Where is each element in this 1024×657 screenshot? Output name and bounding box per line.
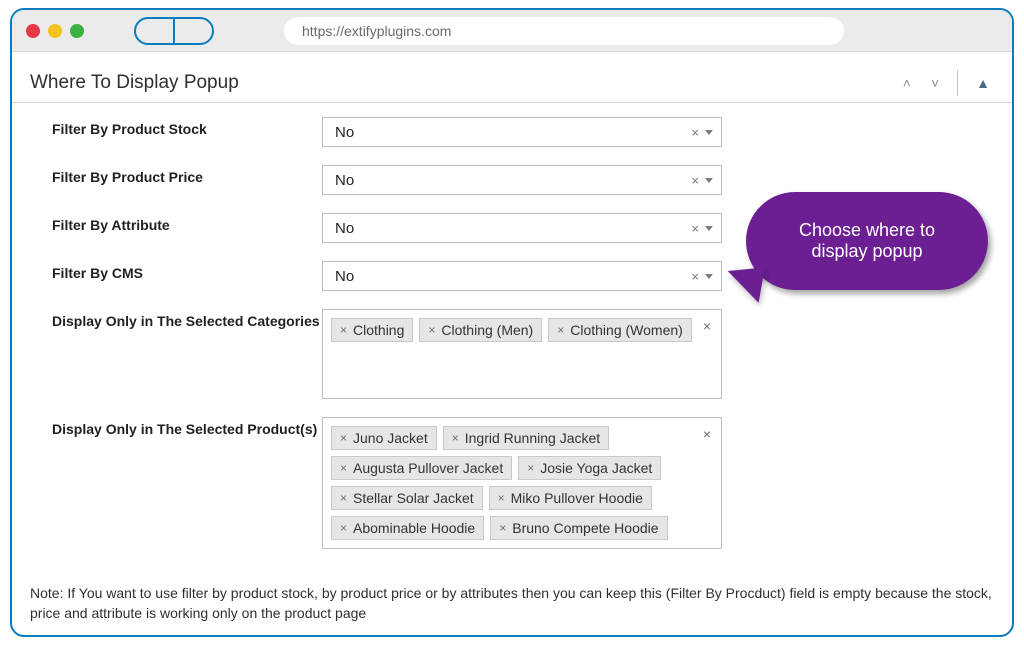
clear-icon[interactable]: × bbox=[691, 125, 699, 140]
tag[interactable]: × Bruno Compete Hoodie bbox=[490, 516, 667, 540]
minimize-window-icon[interactable] bbox=[48, 24, 62, 38]
divider bbox=[957, 70, 958, 96]
page-content: Where To Display Popup ˄ ˅ ▲ Filter By P… bbox=[12, 52, 1012, 635]
remove-tag-icon[interactable]: × bbox=[340, 521, 347, 535]
row-categories: Display Only in The Selected Categories … bbox=[52, 309, 992, 399]
remove-tag-icon[interactable]: × bbox=[498, 491, 505, 505]
collapse-icon[interactable]: ▲ bbox=[970, 71, 996, 95]
remove-tag-icon[interactable]: × bbox=[340, 461, 347, 475]
select-value: No bbox=[335, 220, 354, 237]
tag[interactable]: × Augusta Pullover Jacket bbox=[331, 456, 512, 480]
tag[interactable]: × Miko Pullover Hoodie bbox=[489, 486, 652, 510]
label-categories: Display Only in The Selected Categories bbox=[52, 309, 322, 329]
tag-label: Juno Jacket bbox=[353, 430, 428, 446]
multiselect-categories[interactable]: × × Clothing × Clothing (Men) × Clothing (Wom… bbox=[322, 309, 722, 399]
callout-text: Choose where to display popup bbox=[772, 220, 962, 262]
select-filter-stock[interactable]: No × bbox=[322, 117, 722, 147]
tag-label: Ingrid Running Jacket bbox=[465, 430, 600, 446]
chevron-down-icon bbox=[705, 274, 713, 279]
next-icon[interactable]: ˅ bbox=[925, 71, 945, 95]
tag[interactable]: × Abominable Hoodie bbox=[331, 516, 484, 540]
tag-label: Augusta Pullover Jacket bbox=[353, 460, 503, 476]
section-header-controls: ˄ ˅ ▲ bbox=[897, 70, 996, 96]
section-header: Where To Display Popup ˄ ˅ ▲ bbox=[12, 52, 1012, 103]
select-filter-price[interactable]: No × bbox=[322, 165, 722, 195]
tag[interactable]: × Clothing (Men) bbox=[419, 318, 542, 342]
address-bar[interactable]: https://extifyplugins.com bbox=[284, 17, 844, 45]
tag[interactable]: × Clothing (Women) bbox=[548, 318, 692, 342]
form-area: Filter By Product Stock No × Filter By P… bbox=[12, 103, 1012, 577]
label-filter-cms: Filter By CMS bbox=[52, 261, 322, 281]
chevron-down-icon bbox=[705, 178, 713, 183]
select-filter-attribute[interactable]: No × bbox=[322, 213, 722, 243]
tag-label: Clothing (Men) bbox=[441, 322, 533, 338]
label-filter-stock: Filter By Product Stock bbox=[52, 117, 322, 137]
tag[interactable]: × Ingrid Running Jacket bbox=[443, 426, 609, 450]
clear-icon[interactable]: × bbox=[703, 426, 711, 442]
select-filter-cms[interactable]: No × bbox=[322, 261, 722, 291]
tag[interactable]: × Stellar Solar Jacket bbox=[331, 486, 483, 510]
remove-tag-icon[interactable]: × bbox=[499, 521, 506, 535]
remove-tag-icon[interactable]: × bbox=[452, 431, 459, 445]
nav-pill[interactable] bbox=[134, 17, 214, 45]
row-filter-stock: Filter By Product Stock No × bbox=[52, 117, 992, 147]
select-value: No bbox=[335, 124, 354, 141]
tag-label: Josie Yoga Jacket bbox=[540, 460, 652, 476]
tag-label: Abominable Hoodie bbox=[353, 520, 475, 536]
browser-window: https://extifyplugins.com Where To Displ… bbox=[10, 8, 1014, 637]
remove-tag-icon[interactable]: × bbox=[340, 431, 347, 445]
select-value: No bbox=[335, 268, 354, 285]
url-text: https://extifyplugins.com bbox=[302, 23, 451, 39]
remove-tag-icon[interactable]: × bbox=[557, 323, 564, 337]
close-window-icon[interactable] bbox=[26, 24, 40, 38]
remove-tag-icon[interactable]: × bbox=[428, 323, 435, 337]
row-filter-price: Filter By Product Price No × bbox=[52, 165, 992, 195]
tag-label: Bruno Compete Hoodie bbox=[512, 520, 658, 536]
remove-tag-icon[interactable]: × bbox=[340, 491, 347, 505]
tag[interactable]: × Juno Jacket bbox=[331, 426, 437, 450]
clear-icon[interactable]: × bbox=[691, 269, 699, 284]
select-value: No bbox=[335, 172, 354, 189]
window-controls bbox=[26, 24, 84, 38]
row-products: Display Only in The Selected Product(s) … bbox=[52, 417, 992, 549]
tag[interactable]: × Clothing bbox=[331, 318, 413, 342]
remove-tag-icon[interactable]: × bbox=[527, 461, 534, 475]
chevron-down-icon bbox=[705, 226, 713, 231]
tag[interactable]: × Josie Yoga Jacket bbox=[518, 456, 661, 480]
clear-icon[interactable]: × bbox=[691, 173, 699, 188]
clear-icon[interactable]: × bbox=[691, 221, 699, 236]
remove-tag-icon[interactable]: × bbox=[340, 323, 347, 337]
browser-title-bar: https://extifyplugins.com bbox=[12, 10, 1012, 52]
footer-note: Note: If You want to use filter by produ… bbox=[12, 577, 1012, 635]
maximize-window-icon[interactable] bbox=[70, 24, 84, 38]
label-filter-attribute: Filter By Attribute bbox=[52, 213, 322, 233]
multiselect-products[interactable]: × × Juno Jacket × Ingrid Running Jacket × Aug… bbox=[322, 417, 722, 549]
callout-bubble: Choose where to display popup bbox=[746, 192, 988, 290]
label-filter-price: Filter By Product Price bbox=[52, 165, 322, 185]
prev-icon[interactable]: ˄ bbox=[897, 71, 917, 95]
tag-label: Miko Pullover Hoodie bbox=[511, 490, 643, 506]
section-title: Where To Display Popup bbox=[30, 72, 239, 94]
label-products: Display Only in The Selected Product(s) bbox=[52, 417, 322, 437]
tag-label: Clothing bbox=[353, 322, 404, 338]
clear-icon[interactable]: × bbox=[703, 318, 711, 334]
nav-pill-divider bbox=[173, 19, 175, 43]
tag-label: Stellar Solar Jacket bbox=[353, 490, 474, 506]
chevron-down-icon bbox=[705, 130, 713, 135]
tag-label: Clothing (Women) bbox=[570, 322, 683, 338]
